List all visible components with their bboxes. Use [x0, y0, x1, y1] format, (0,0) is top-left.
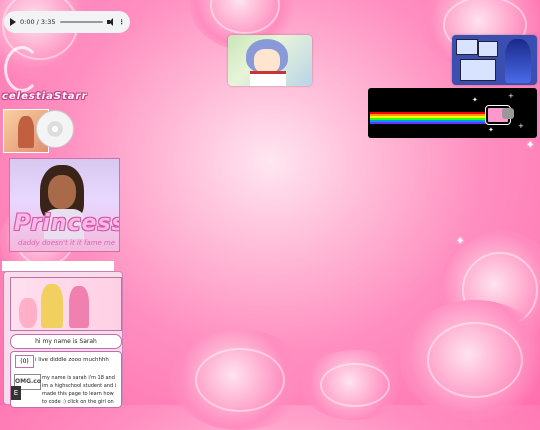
stamp-icon: E — [11, 386, 21, 400]
anime-desktop-image — [452, 35, 537, 85]
princess-graphic: Princess daddy doesn't it it fame me — [9, 158, 120, 252]
sparkle-decoration: ✦ — [526, 140, 535, 151]
rose-decoration — [300, 350, 410, 420]
rose-decoration — [170, 330, 310, 430]
audio-time: 0:00 / 3:35 — [20, 18, 56, 26]
sparkle-decoration: ✦ — [456, 236, 465, 247]
nyan-cat-banner: ✦ + ✦ + — [368, 88, 537, 138]
site-logo: celestiaStarr — [2, 91, 88, 102]
swirl-decoration — [4, 46, 40, 92]
cd-disc-icon — [36, 110, 74, 148]
anime-nurses-image — [10, 277, 122, 331]
rose-decoration — [400, 300, 540, 420]
profile-name: hi my name is Sarah — [10, 334, 122, 349]
play-icon[interactable] — [10, 18, 16, 26]
profile-panel: hi my name is Sarah (0) i live diddle zo… — [3, 271, 123, 408]
avatar: (0) — [15, 355, 34, 368]
audio-player[interactable]: 0:00 / 3:35 ⋮ — [4, 11, 130, 33]
more-vert-icon[interactable]: ⋮ — [119, 18, 125, 26]
profile-likes: i live diddle zooo muchhhh — [35, 357, 109, 363]
anime-girl-image — [228, 35, 312, 86]
audio-progress-bar[interactable] — [59, 21, 103, 23]
princess-title: Princess — [14, 211, 120, 236]
divider-strip — [2, 261, 114, 271]
princess-caption: daddy doesn't it it fame me — [18, 239, 116, 247]
profile-intro-box: (0) i live diddle zooo muchhhh OMG.co E … — [10, 351, 122, 408]
volume-icon[interactable] — [106, 18, 115, 26]
profile-bio: my name is sarah i'm 18 and im a highsch… — [42, 375, 117, 405]
